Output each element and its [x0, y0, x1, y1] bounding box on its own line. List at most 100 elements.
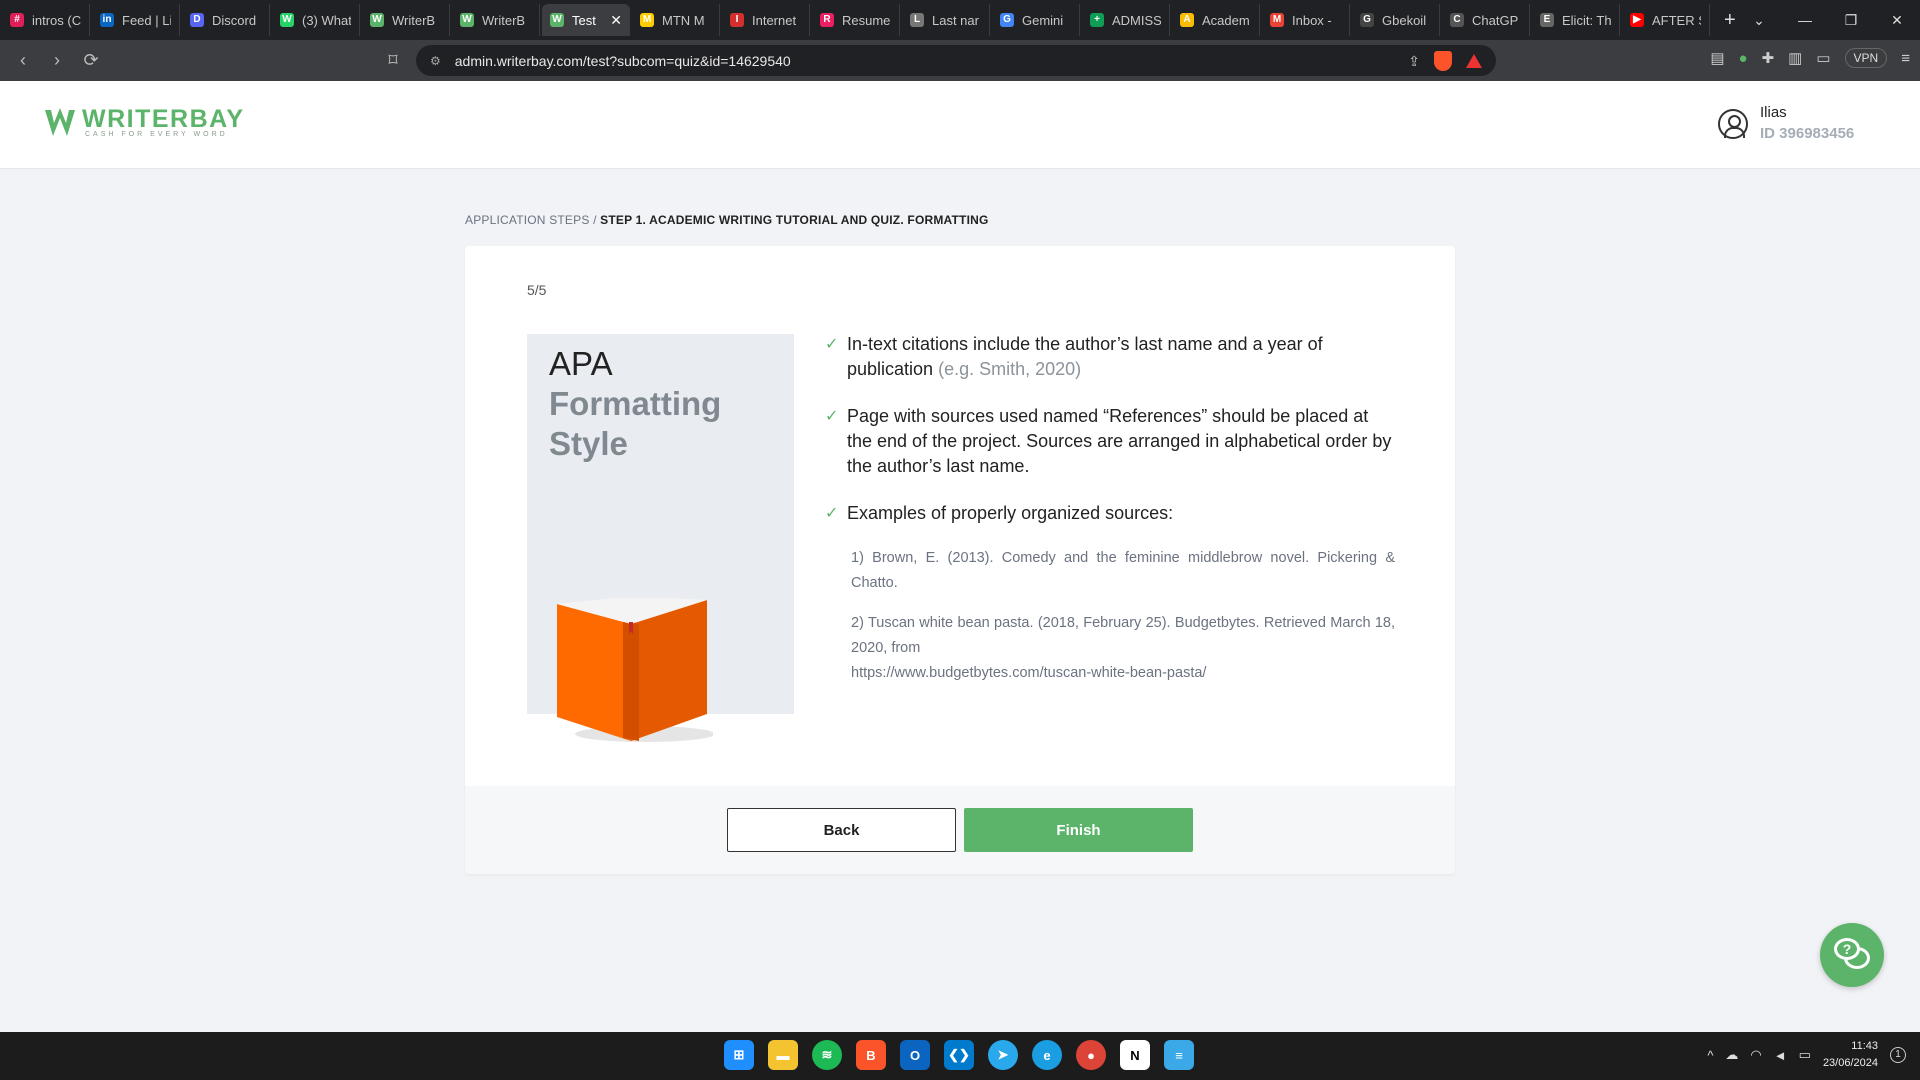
- check-icon: ✓: [825, 505, 839, 522]
- browser-tab[interactable]: G Gemini: [992, 4, 1080, 36]
- back-nav-icon[interactable]: ‹: [6, 50, 40, 71]
- browser-tab-bar: # intros (C in Feed | Li D Discord W (3) What W W…: [0, 0, 1920, 40]
- onedrive-icon[interactable]: ☁: [1725, 1047, 1738, 1063]
- close-window-icon[interactable]: ✕: [1874, 12, 1920, 29]
- wifi-icon[interactable]: ◠: [1750, 1047, 1761, 1063]
- logo-name: WRITERBAY: [82, 105, 245, 133]
- bullet-hint: (e.g. Smith, 2020): [938, 359, 1082, 379]
- tab-label: Inbox -: [1292, 12, 1332, 28]
- browser-tab[interactable]: C ChatGP: [1442, 4, 1530, 36]
- browser-tab[interactable]: W Test ✕: [542, 4, 630, 36]
- bullet-item: ✓ In-text citations include the author’s…: [825, 332, 1395, 382]
- notion-icon[interactable]: N: [1120, 1040, 1150, 1070]
- outlook-icon[interactable]: O: [900, 1040, 930, 1070]
- windows-start-icon[interactable]: ⊞: [724, 1040, 754, 1070]
- writerbay-logo[interactable]: WRITERBAY CASH FOR EVERY WORD: [44, 107, 245, 139]
- notepad-icon[interactable]: ≡: [1164, 1040, 1194, 1070]
- brave-rewards-icon[interactable]: [1466, 54, 1482, 68]
- illustration-title-line1: APA: [549, 345, 613, 382]
- extensions-icon[interactable]: ✚: [1762, 49, 1775, 67]
- menu-icon[interactable]: ≡: [1901, 50, 1910, 67]
- browser-tab[interactable]: W WriterB: [452, 4, 540, 36]
- tray-overflow-icon[interactable]: ^: [1707, 1048, 1713, 1063]
- browser-tab[interactable]: in Feed | Li: [92, 4, 180, 36]
- volume-icon[interactable]: ◄: [1774, 1048, 1787, 1063]
- brave-browser-icon[interactable]: B: [856, 1040, 886, 1070]
- chrome-icon[interactable]: ●: [1076, 1040, 1106, 1070]
- edge-icon[interactable]: e: [1032, 1040, 1062, 1070]
- breadcrumb-current: STEP 1. ACADEMIC WRITING TUTORIAL AND QU…: [600, 213, 989, 227]
- browser-tab[interactable]: L Last nar: [902, 4, 990, 36]
- tab-label: Elicit: Th: [1562, 12, 1611, 28]
- reload-icon[interactable]: ⟳: [74, 50, 108, 71]
- back-button[interactable]: Back: [727, 808, 956, 852]
- vscode-icon[interactable]: ❮❯: [944, 1040, 974, 1070]
- breadcrumb-parent[interactable]: APPLICATION STEPS: [465, 213, 590, 227]
- tab-favicon-icon: in: [100, 13, 114, 27]
- tab-search-icon[interactable]: ⌄: [1736, 12, 1782, 29]
- site-info-icon[interactable]: ⚙: [430, 54, 441, 68]
- restore-icon[interactable]: ❐: [1828, 12, 1874, 29]
- reader-icon[interactable]: ▤: [1710, 49, 1724, 67]
- battery-icon[interactable]: ▭: [1799, 1047, 1811, 1063]
- tab-label: intros (C: [32, 12, 81, 28]
- tab-label: Internet: [752, 12, 797, 28]
- tab-favicon-icon: W: [550, 13, 564, 27]
- reference-link: https://www.budgetbytes.com/tuscan-white…: [851, 665, 1207, 681]
- tab-favicon-icon: #: [10, 13, 24, 27]
- tab-favicon-icon: M: [1270, 13, 1284, 27]
- browser-tab[interactable]: ▶ AFTER S: [1622, 4, 1710, 36]
- extension-green-icon[interactable]: ●: [1739, 50, 1748, 67]
- user-id: ID 396983456: [1760, 125, 1855, 142]
- sidebar-icon[interactable]: ▥: [1788, 49, 1802, 67]
- reference-examples: 1) Brown, E. (2013). Comedy and the femi…: [851, 546, 1395, 701]
- notification-badge[interactable]: 1: [1890, 1047, 1906, 1063]
- bullet-text: Page with sources used named “References…: [847, 406, 1392, 476]
- tab-label: Test: [572, 12, 596, 28]
- help-chat-button[interactable]: ?: [1820, 923, 1884, 987]
- telegram-icon[interactable]: ➤: [988, 1040, 1018, 1070]
- quiz-bullets: ✓ In-text citations include the author’s…: [825, 332, 1395, 548]
- browser-tab[interactable]: M MTN M: [632, 4, 720, 36]
- browser-tab[interactable]: W (3) What: [272, 4, 360, 36]
- bookmark-icon[interactable]: ⌑: [376, 50, 410, 71]
- new-tab-button[interactable]: +: [1724, 9, 1736, 32]
- wallet-icon[interactable]: ▭: [1816, 49, 1830, 67]
- tab-label: AFTER S: [1652, 12, 1701, 28]
- tab-favicon-icon: M: [640, 13, 654, 27]
- finish-button[interactable]: Finish: [964, 808, 1193, 852]
- brave-shield-icon[interactable]: [1434, 51, 1452, 71]
- browser-tab[interactable]: # intros (C: [2, 4, 90, 36]
- forward-nav-icon[interactable]: ›: [40, 50, 74, 71]
- tab-favicon-icon: W: [370, 13, 384, 27]
- user-menu[interactable]: Ilias ID 396983456: [1718, 103, 1854, 145]
- quiz-footer: Back Finish: [465, 786, 1455, 874]
- tab-label: Resume: [842, 12, 891, 28]
- tab-favicon-icon: C: [1450, 13, 1464, 27]
- browser-toolbar: ‹ › ⟳ ⌑ ⚙ admin.writerbay.com/test?subco…: [0, 40, 1920, 81]
- close-tab-icon[interactable]: ✕: [610, 12, 622, 29]
- browser-tab[interactable]: W WriterB: [362, 4, 450, 36]
- browser-tab[interactable]: M Inbox -: [1262, 4, 1350, 36]
- vpn-button[interactable]: VPN: [1844, 48, 1888, 68]
- clock-time: 11:43: [1851, 1040, 1878, 1052]
- browser-tab[interactable]: I Internet: [722, 4, 810, 36]
- tab-favicon-icon: W: [280, 13, 294, 27]
- user-name: Ilias: [1760, 104, 1787, 121]
- tab-favicon-icon: ▶: [1630, 13, 1644, 27]
- browser-tab[interactable]: + ADMISS: [1082, 4, 1170, 36]
- user-avatar-icon: [1718, 109, 1748, 139]
- browser-tab[interactable]: A Academ: [1172, 4, 1260, 36]
- browser-tab[interactable]: D Discord: [182, 4, 270, 36]
- browser-tab[interactable]: G Gbekoil: [1352, 4, 1440, 36]
- share-icon[interactable]: ⇪: [1408, 53, 1420, 70]
- browser-tab[interactable]: E Elicit: Th: [1532, 4, 1620, 36]
- spotify-icon[interactable]: ≋: [812, 1040, 842, 1070]
- file-explorer-icon[interactable]: ▬: [768, 1040, 798, 1070]
- system-clock[interactable]: 11:43 23/06/2024: [1823, 1038, 1878, 1072]
- breadcrumb: APPLICATION STEPS / STEP 1. ACADEMIC WRI…: [465, 213, 989, 227]
- browser-tab[interactable]: R Resume: [812, 4, 900, 36]
- minimize-icon[interactable]: —: [1782, 12, 1828, 28]
- address-bar[interactable]: ⚙ admin.writerbay.com/test?subcom=quiz&i…: [416, 45, 1496, 76]
- url-text: admin.writerbay.com/test?subcom=quiz&id=…: [454, 52, 791, 69]
